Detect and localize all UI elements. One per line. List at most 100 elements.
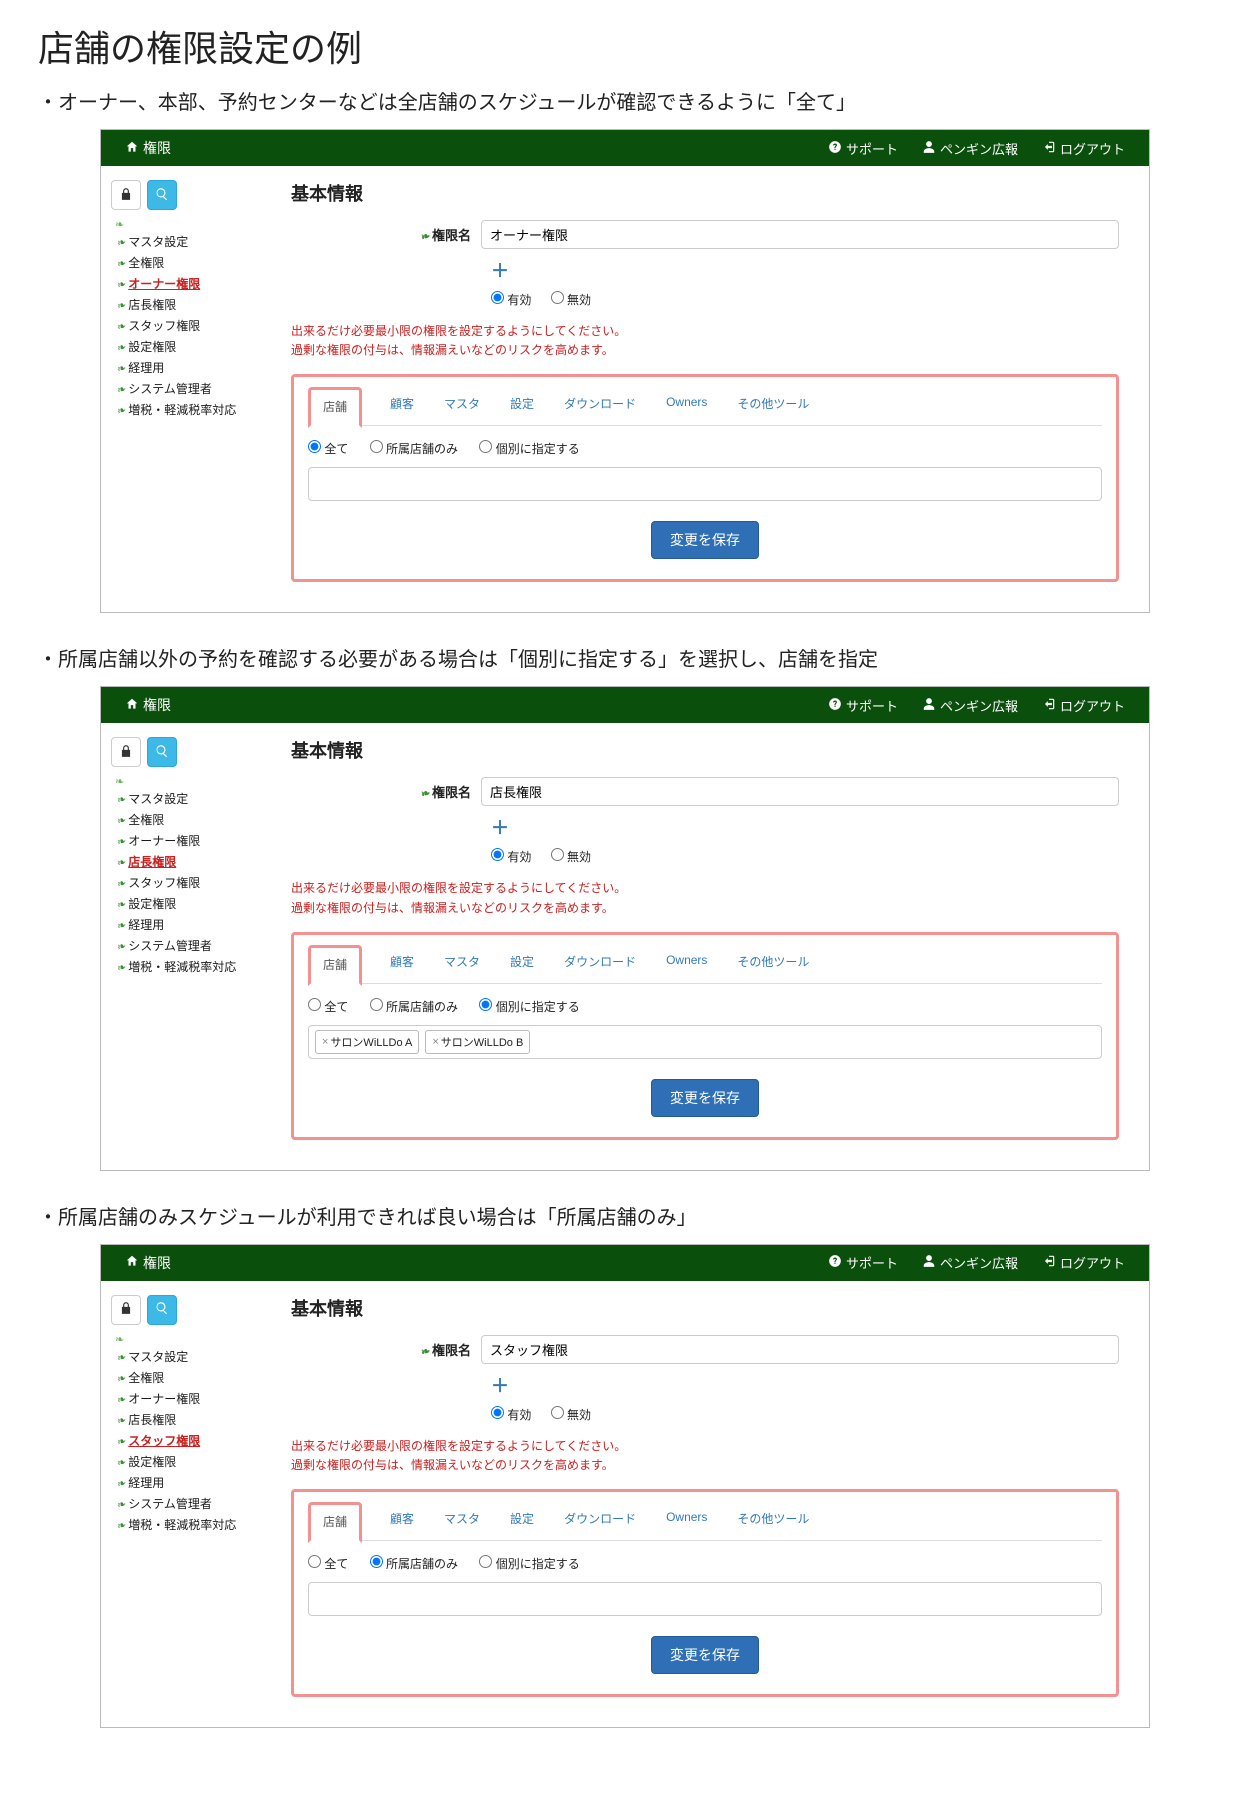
- sidebar-item[interactable]: ❧マスタ設定: [111, 1346, 271, 1367]
- user-link[interactable]: ペンギン広報: [922, 696, 1018, 715]
- tab-設定[interactable]: 設定: [508, 1502, 536, 1540]
- add-button[interactable]: ＋: [491, 814, 1119, 840]
- status-enabled[interactable]: 有効: [491, 1408, 531, 1422]
- tab-その他ツール[interactable]: その他ツール: [735, 387, 811, 425]
- scope-option-individual[interactable]: 個別に指定する: [479, 442, 579, 456]
- tab-顧客[interactable]: 顧客: [388, 387, 416, 425]
- tab-ダウンロード[interactable]: ダウンロード: [562, 945, 638, 983]
- sidebar-item[interactable]: ❧マスタ設定: [111, 788, 271, 809]
- scope-option-own[interactable]: 所属店舗のみ: [370, 442, 458, 456]
- scope-radio-all[interactable]: [308, 440, 321, 453]
- scope-option-all[interactable]: 全て: [308, 1000, 348, 1014]
- scope-radio-own[interactable]: [370, 998, 383, 1011]
- save-button[interactable]: 変更を保存: [651, 1079, 759, 1117]
- tab-マスタ[interactable]: マスタ: [442, 945, 482, 983]
- lock-button[interactable]: [111, 1295, 141, 1325]
- sidebar-item[interactable]: ❧全権限: [111, 809, 271, 830]
- support-link[interactable]: サポート: [828, 1253, 898, 1272]
- sidebar-item[interactable]: ❧オーナー権限: [111, 830, 271, 851]
- tab-その他ツール[interactable]: その他ツール: [735, 945, 811, 983]
- store-chip[interactable]: ×サロンWiLLDo B: [425, 1030, 530, 1054]
- sidebar-item[interactable]: ❧増税・軽減税率対応: [111, 399, 271, 420]
- save-button[interactable]: 変更を保存: [651, 1636, 759, 1674]
- status-disabled[interactable]: 無効: [551, 293, 591, 307]
- brand[interactable]: 権限: [125, 1253, 171, 1273]
- tab-ダウンロード[interactable]: ダウンロード: [562, 387, 638, 425]
- scope-field[interactable]: [308, 1582, 1102, 1616]
- search-button[interactable]: [147, 180, 177, 210]
- tab-設定[interactable]: 設定: [508, 387, 536, 425]
- sidebar-item[interactable]: ❧設定権限: [111, 1451, 271, 1472]
- sidebar-item[interactable]: ❧経理用: [111, 357, 271, 378]
- status-disabled-radio[interactable]: [551, 848, 564, 861]
- status-disabled-radio[interactable]: [551, 1406, 564, 1419]
- sidebar-item[interactable]: ❧経理用: [111, 914, 271, 935]
- scope-option-own[interactable]: 所属店舗のみ: [370, 1000, 458, 1014]
- brand[interactable]: 権限: [125, 138, 171, 158]
- tab-顧客[interactable]: 顧客: [388, 945, 416, 983]
- sidebar-item[interactable]: ❧全権限: [111, 1367, 271, 1388]
- sidebar-item[interactable]: ❧システム管理者: [111, 935, 271, 956]
- logout-link[interactable]: ログアウト: [1042, 139, 1125, 158]
- search-button[interactable]: [147, 1295, 177, 1325]
- sidebar-item[interactable]: ❧店長権限: [111, 294, 271, 315]
- logout-link[interactable]: ログアウト: [1042, 1253, 1125, 1272]
- sidebar-item[interactable]: ❧店長権限: [111, 851, 271, 872]
- search-button[interactable]: [147, 737, 177, 767]
- add-button[interactable]: ＋: [491, 257, 1119, 283]
- name-input[interactable]: [481, 777, 1119, 806]
- scope-option-all[interactable]: 全て: [308, 1557, 348, 1571]
- status-enabled-radio[interactable]: [491, 1406, 504, 1419]
- user-link[interactable]: ペンギン広報: [922, 1253, 1018, 1272]
- sidebar-item[interactable]: ❧オーナー権限: [111, 273, 271, 294]
- support-link[interactable]: サポート: [828, 139, 898, 158]
- save-button[interactable]: 変更を保存: [651, 521, 759, 559]
- scope-radio-all[interactable]: [308, 998, 321, 1011]
- status-disabled-radio[interactable]: [551, 291, 564, 304]
- sidebar-item[interactable]: ❧スタッフ権限: [111, 315, 271, 336]
- scope-field[interactable]: ×サロンWiLLDo A×サロンWiLLDo B: [308, 1025, 1102, 1059]
- scope-radio-own[interactable]: [370, 1555, 383, 1568]
- tab-マスタ[interactable]: マスタ: [442, 1502, 482, 1540]
- sidebar-item[interactable]: ❧オーナー権限: [111, 1388, 271, 1409]
- status-disabled[interactable]: 無効: [551, 850, 591, 864]
- tab-店舗[interactable]: 店舗: [308, 945, 362, 986]
- scope-field[interactable]: [308, 467, 1102, 501]
- scope-option-all[interactable]: 全て: [308, 442, 348, 456]
- sidebar-item[interactable]: ❧スタッフ権限: [111, 872, 271, 893]
- lock-button[interactable]: [111, 180, 141, 210]
- sidebar-item[interactable]: ❧店長権限: [111, 1409, 271, 1430]
- sidebar-item[interactable]: ❧増税・軽減税率対応: [111, 956, 271, 977]
- tab-Owners[interactable]: Owners: [664, 945, 709, 983]
- scope-option-individual[interactable]: 個別に指定する: [479, 1557, 579, 1571]
- remove-icon[interactable]: ×: [432, 1036, 438, 1048]
- status-enabled[interactable]: 有効: [491, 293, 531, 307]
- status-enabled[interactable]: 有効: [491, 850, 531, 864]
- sidebar-item[interactable]: ❧設定権限: [111, 893, 271, 914]
- scope-option-own[interactable]: 所属店舗のみ: [370, 1557, 458, 1571]
- scope-radio-individual[interactable]: [479, 440, 492, 453]
- status-enabled-radio[interactable]: [491, 291, 504, 304]
- tab-店舗[interactable]: 店舗: [308, 1502, 362, 1543]
- user-link[interactable]: ペンギン広報: [922, 139, 1018, 158]
- scope-radio-all[interactable]: [308, 1555, 321, 1568]
- scope-radio-own[interactable]: [370, 440, 383, 453]
- logout-link[interactable]: ログアウト: [1042, 696, 1125, 715]
- support-link[interactable]: サポート: [828, 696, 898, 715]
- name-input[interactable]: [481, 220, 1119, 249]
- status-enabled-radio[interactable]: [491, 848, 504, 861]
- sidebar-item[interactable]: ❧増税・軽減税率対応: [111, 1514, 271, 1535]
- tab-Owners[interactable]: Owners: [664, 1502, 709, 1540]
- store-chip[interactable]: ×サロンWiLLDo A: [315, 1030, 419, 1054]
- tab-その他ツール[interactable]: その他ツール: [735, 1502, 811, 1540]
- name-input[interactable]: [481, 1335, 1119, 1364]
- scope-radio-individual[interactable]: [479, 1555, 492, 1568]
- scope-radio-individual[interactable]: [479, 998, 492, 1011]
- brand[interactable]: 権限: [125, 695, 171, 715]
- add-button[interactable]: ＋: [491, 1372, 1119, 1398]
- remove-icon[interactable]: ×: [322, 1036, 328, 1048]
- sidebar-item[interactable]: ❧システム管理者: [111, 1493, 271, 1514]
- tab-ダウンロード[interactable]: ダウンロード: [562, 1502, 638, 1540]
- tab-顧客[interactable]: 顧客: [388, 1502, 416, 1540]
- tab-Owners[interactable]: Owners: [664, 387, 709, 425]
